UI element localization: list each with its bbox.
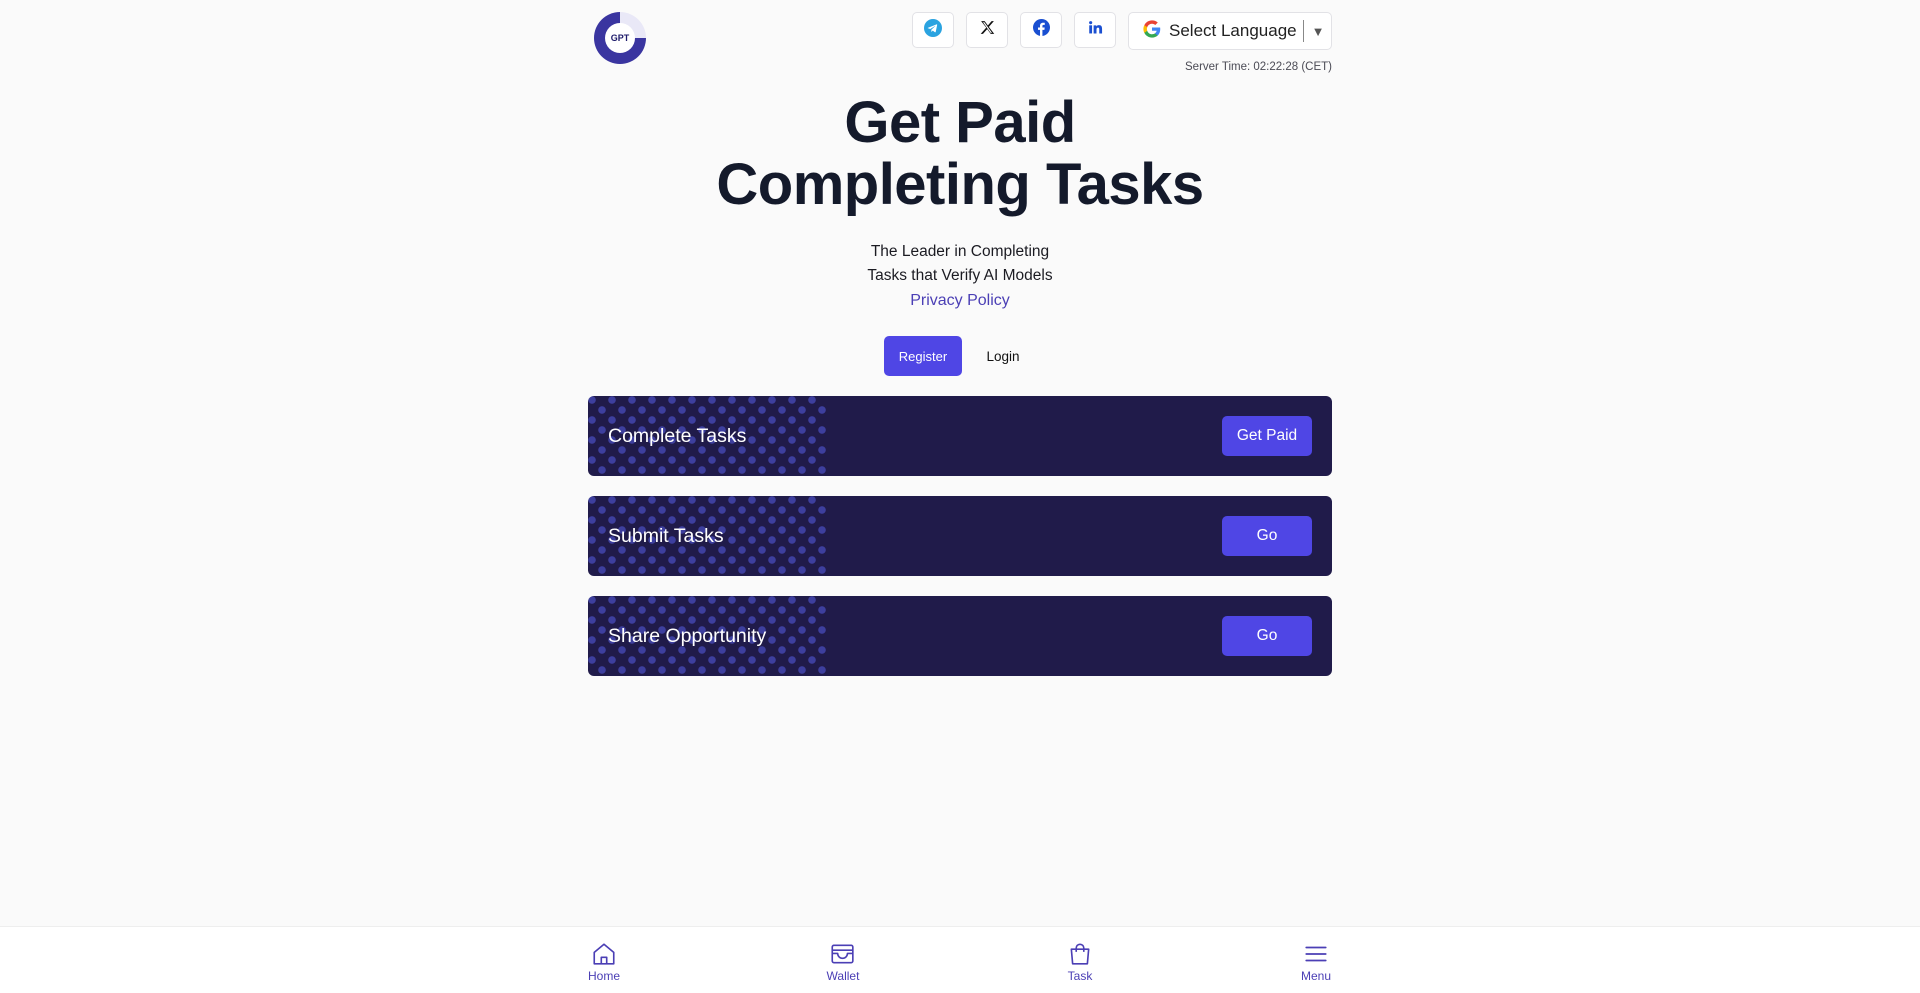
logo[interactable]: GPT: [594, 12, 646, 64]
page-title: Get Paid Completing Tasks: [0, 92, 1920, 216]
nav-item-task[interactable]: Task: [1067, 941, 1093, 983]
nav-label: Home: [587, 969, 621, 983]
card-title: Complete Tasks: [608, 424, 747, 447]
language-select[interactable]: Select Language ▼: [1128, 12, 1332, 50]
privacy-policy-link[interactable]: Privacy Policy: [910, 292, 1010, 309]
share-opportunity-go-button[interactable]: Go: [1222, 616, 1312, 656]
social-links: [912, 12, 1116, 48]
linkedin-button[interactable]: [1074, 12, 1116, 48]
nav-label: Task: [1067, 969, 1093, 983]
server-time: Server Time: 02:22:28 (CET): [1185, 61, 1332, 73]
nav-label: Menu: [1300, 969, 1332, 983]
nav-item-menu[interactable]: Menu: [1301, 941, 1331, 983]
language-select-label: Select Language: [1169, 21, 1297, 40]
get-paid-button[interactable]: Get Paid: [1222, 416, 1312, 456]
facebook-icon: [1032, 19, 1050, 41]
page: GPT Select Language ▼ Server Time: 02:22…: [0, 0, 1920, 993]
facebook-button[interactable]: [1020, 12, 1062, 48]
nav-label: Wallet: [826, 969, 860, 983]
x-icon: [979, 19, 996, 41]
shopping-bag-icon: [1067, 941, 1093, 967]
telegram-button[interactable]: [912, 12, 954, 48]
nav-item-home[interactable]: Home: [588, 941, 620, 983]
menu-icon: [1303, 941, 1329, 967]
card-title: Share Opportunity: [608, 624, 767, 647]
card-share-opportunity: Share Opportunity Go: [588, 596, 1332, 676]
card-title: Submit Tasks: [608, 524, 724, 547]
google-icon: [1143, 19, 1161, 43]
bottom-nav: Home Wallet Task Menu: [0, 926, 1920, 993]
card-submit-tasks: Submit Tasks Go: [588, 496, 1332, 576]
submit-tasks-go-button[interactable]: Go: [1222, 516, 1312, 556]
auth-buttons: Register Login: [884, 336, 1034, 376]
chevron-down-icon: ▼: [1311, 23, 1325, 39]
hero-subtitle: The Leader in Completing Tasks that Veri…: [0, 240, 1920, 288]
home-icon: [591, 941, 617, 967]
privacy-container: Privacy Policy: [0, 292, 1920, 310]
hero-subtitle-line-2: Tasks that Verify AI Models: [867, 267, 1053, 284]
hero-subtitle-line-1: The Leader in Completing: [870, 243, 1050, 260]
page-title-line-2: Completing Tasks: [716, 152, 1204, 217]
nav-item-wallet[interactable]: Wallet: [826, 941, 860, 983]
telegram-icon: [924, 18, 942, 42]
x-button[interactable]: [966, 12, 1008, 48]
page-title-line-1: Get Paid: [844, 90, 1076, 155]
language-select-divider: [1302, 20, 1304, 42]
logo-text: GPT: [605, 23, 635, 53]
card-complete-tasks: Complete Tasks Get Paid: [588, 396, 1332, 476]
register-button[interactable]: Register: [884, 336, 962, 376]
linkedin-icon: [1088, 20, 1103, 40]
wallet-icon: [830, 941, 856, 967]
login-button[interactable]: Login: [972, 336, 1034, 376]
action-cards: Complete Tasks Get Paid Submit Tasks Go …: [588, 396, 1332, 696]
